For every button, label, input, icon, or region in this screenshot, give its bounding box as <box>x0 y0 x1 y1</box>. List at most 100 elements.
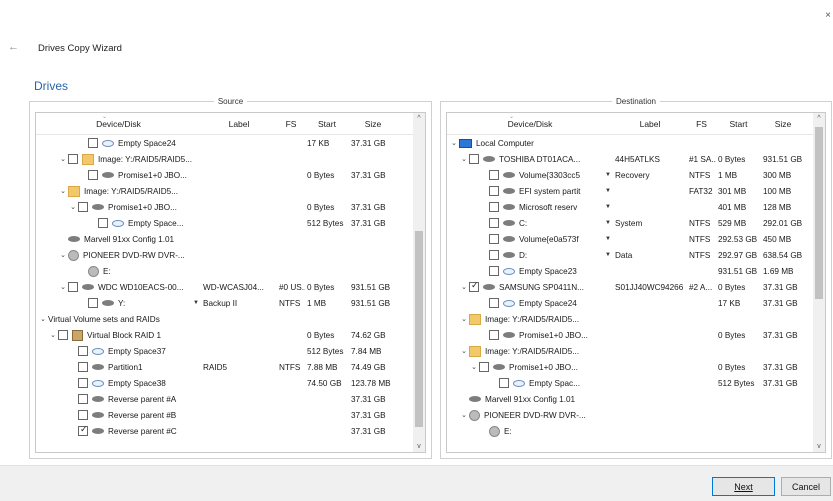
select-checkbox[interactable] <box>78 346 88 356</box>
scrollbar-thumb[interactable] <box>415 231 423 427</box>
tree-row[interactable]: Promise1+0 JBO... 0 Bytes 37.31 GB <box>447 327 813 343</box>
col-fs[interactable]: FS <box>277 119 305 129</box>
source-tree[interactable]: ⌄ Device/Disk Label FS Start Size Empty … <box>35 112 426 453</box>
expand-chevron-icon[interactable]: ⌄ <box>68 203 78 211</box>
col-device-disk[interactable]: Device/Disk <box>447 119 613 129</box>
expand-chevron-icon[interactable]: ⌄ <box>469 363 479 371</box>
tree-row[interactable]: ⌄ TOSHIBA DT01ACA... 44H5ATLKS #1 SA... 0 By… <box>447 151 813 167</box>
tree-row[interactable]: ⌄ Virtual Volume sets and RAIDs <box>36 311 413 327</box>
scroll-up-icon[interactable]: ^ <box>413 115 425 122</box>
tree-row[interactable]: ⌄ Promise1+0 JBO... 0 Bytes 37.31 GB <box>36 199 413 215</box>
scrollbar-thumb[interactable] <box>815 127 823 299</box>
expand-chevron-icon[interactable]: ⌄ <box>58 283 68 291</box>
dropdown-arrow-icon[interactable]: ▼ <box>605 172 611 178</box>
select-checkbox[interactable] <box>489 330 499 340</box>
expand-chevron-icon[interactable]: ⌄ <box>459 411 469 419</box>
back-arrow-icon[interactable]: ← <box>8 41 19 53</box>
select-checkbox[interactable] <box>78 362 88 372</box>
tree-row[interactable]: Empty Space23 931.51 GB 1.69 MB <box>447 263 813 279</box>
col-fs[interactable]: FS <box>687 119 716 129</box>
tree-row[interactable]: Empty Space38 74.50 GB 123.78 MB <box>36 375 413 391</box>
tree-row[interactable]: ⌄ Local Computer <box>447 135 813 151</box>
col-start[interactable]: Start <box>305 119 349 129</box>
tree-row[interactable]: ⌄ Image: Y:/RAID5/RAID5... <box>36 183 413 199</box>
tree-row[interactable]: Volume{3303cc5 ▼ Recovery NTFS 1 MB 300 MB <box>447 167 813 183</box>
tree-row[interactable]: EFI system partit ▼ FAT32 301 MB 100 MB <box>447 183 813 199</box>
select-checkbox[interactable] <box>489 250 499 260</box>
select-checkbox[interactable] <box>489 170 499 180</box>
tree-row[interactable]: Promise1+0 JBO... 0 Bytes 37.31 GB <box>36 167 413 183</box>
cancel-button[interactable]: Cancel <box>781 477 831 496</box>
scroll-down-icon[interactable]: v <box>413 443 425 450</box>
tree-row[interactable]: Empty Space24 17 KB 37.31 GB <box>447 295 813 311</box>
select-checkbox[interactable] <box>499 378 509 388</box>
dropdown-arrow-icon[interactable]: ▼ <box>605 188 611 194</box>
select-checkbox[interactable] <box>489 186 499 196</box>
tree-row[interactable]: Marvell 91xx Config 1.01 <box>36 231 413 247</box>
tree-row[interactable]: ⌄ Image: Y:/RAID5/RAID5... <box>447 343 813 359</box>
tree-row[interactable]: ⌄ Image: Y:/RAID5/RAID5... <box>36 151 413 167</box>
select-checkbox[interactable] <box>489 298 499 308</box>
tree-row[interactable]: ⌄ PIONEER DVD-RW DVR-... <box>447 407 813 423</box>
expand-chevron-icon[interactable]: ⌄ <box>58 251 68 259</box>
expand-chevron-icon[interactable]: ⌄ <box>449 139 459 147</box>
select-checkbox[interactable] <box>78 378 88 388</box>
tree-row[interactable]: ⌄ WDC WD10EACS-00... WD-WCASJ04... #0 US...… <box>36 279 413 295</box>
col-label[interactable]: Label <box>613 119 687 129</box>
destination-scrollbar[interactable]: ^ v <box>813 113 825 452</box>
expand-chevron-icon[interactable]: ⌄ <box>58 155 68 163</box>
select-checkbox[interactable] <box>489 266 499 276</box>
select-checkbox[interactable] <box>78 202 88 212</box>
select-checkbox[interactable] <box>489 218 499 228</box>
select-checkbox[interactable] <box>88 170 98 180</box>
select-checkbox[interactable] <box>88 138 98 148</box>
select-checkbox[interactable] <box>58 330 68 340</box>
select-checkbox[interactable] <box>88 298 98 308</box>
select-checkbox[interactable] <box>78 394 88 404</box>
expand-chevron-icon[interactable]: ⌄ <box>48 331 58 339</box>
select-checkbox[interactable] <box>68 154 78 164</box>
tree-row[interactable]: Empty Spac... 512 Bytes 37.31 GB <box>447 375 813 391</box>
tree-row[interactable]: Empty Space37 512 Bytes 7.84 MB <box>36 343 413 359</box>
select-checkbox[interactable] <box>479 362 489 372</box>
dropdown-arrow-icon[interactable]: ▼ <box>605 220 611 226</box>
col-start[interactable]: Start <box>716 119 761 129</box>
close-icon[interactable]: × <box>825 10 831 21</box>
select-checkbox[interactable] <box>68 282 78 292</box>
tree-row[interactable]: ⌄ PIONEER DVD-RW DVR-... <box>36 247 413 263</box>
tree-row[interactable]: Y: ▼ Backup II NTFS 1 MB 931.51 GB <box>36 295 413 311</box>
dropdown-arrow-icon[interactable]: ▼ <box>193 300 199 306</box>
tree-row[interactable]: ⌄ Promise1+0 JBO... 0 Bytes 37.31 GB <box>447 359 813 375</box>
tree-row[interactable]: ⌄ Virtual Block RAID 1 0 Bytes 74.62 GB <box>36 327 413 343</box>
col-size[interactable]: Size <box>761 119 805 129</box>
tree-row[interactable]: Empty Space... 512 Bytes 37.31 GB <box>36 215 413 231</box>
tree-row[interactable]: Marvell 91xx Config 1.01 <box>447 391 813 407</box>
expand-chevron-icon[interactable]: ⌄ <box>459 347 469 355</box>
tree-row[interactable]: ⌄ Image: Y:/RAID5/RAID5... <box>447 311 813 327</box>
expand-chevron-icon[interactable]: ⌄ <box>459 155 469 163</box>
dropdown-arrow-icon[interactable]: ▼ <box>605 204 611 210</box>
select-checkbox[interactable] <box>469 154 479 164</box>
expand-chevron-icon[interactable]: ⌄ <box>38 315 48 323</box>
select-checkbox[interactable] <box>489 202 499 212</box>
tree-row[interactable]: E: <box>36 263 413 279</box>
tree-row[interactable]: ⌄ SAMSUNG SP0411N... S01JJ40WC94266 #2 A...… <box>447 279 813 295</box>
tree-row[interactable]: Partition1 RAID5 NTFS 7.88 MB 74.49 GB <box>36 359 413 375</box>
destination-tree[interactable]: ⌄ Device/Disk Label FS Start Size ⌄ Local… <box>446 112 826 453</box>
select-checkbox[interactable] <box>78 426 88 436</box>
source-scrollbar[interactable]: ^ v <box>413 113 425 452</box>
select-checkbox[interactable] <box>78 410 88 420</box>
tree-row[interactable]: Reverse parent #C 37.31 GB <box>36 423 413 439</box>
tree-row[interactable]: Microsoft reserv ▼ 401 MB 128 MB <box>447 199 813 215</box>
tree-row[interactable]: Empty Space24 17 KB 37.31 GB <box>36 135 413 151</box>
select-checkbox[interactable] <box>469 282 479 292</box>
tree-row[interactable]: D: ▼ Data NTFS 292.97 GB 638.54 GB <box>447 247 813 263</box>
select-checkbox[interactable] <box>98 218 108 228</box>
tree-row[interactable]: C: ▼ System NTFS 529 MB 292.01 GB <box>447 215 813 231</box>
expand-chevron-icon[interactable]: ⌄ <box>58 187 68 195</box>
tree-row[interactable]: Reverse parent #B 37.31 GB <box>36 407 413 423</box>
tree-row[interactable]: E: <box>447 423 813 439</box>
select-checkbox[interactable] <box>489 234 499 244</box>
dropdown-arrow-icon[interactable]: ▼ <box>605 236 611 242</box>
scroll-up-icon[interactable]: ^ <box>813 115 825 122</box>
